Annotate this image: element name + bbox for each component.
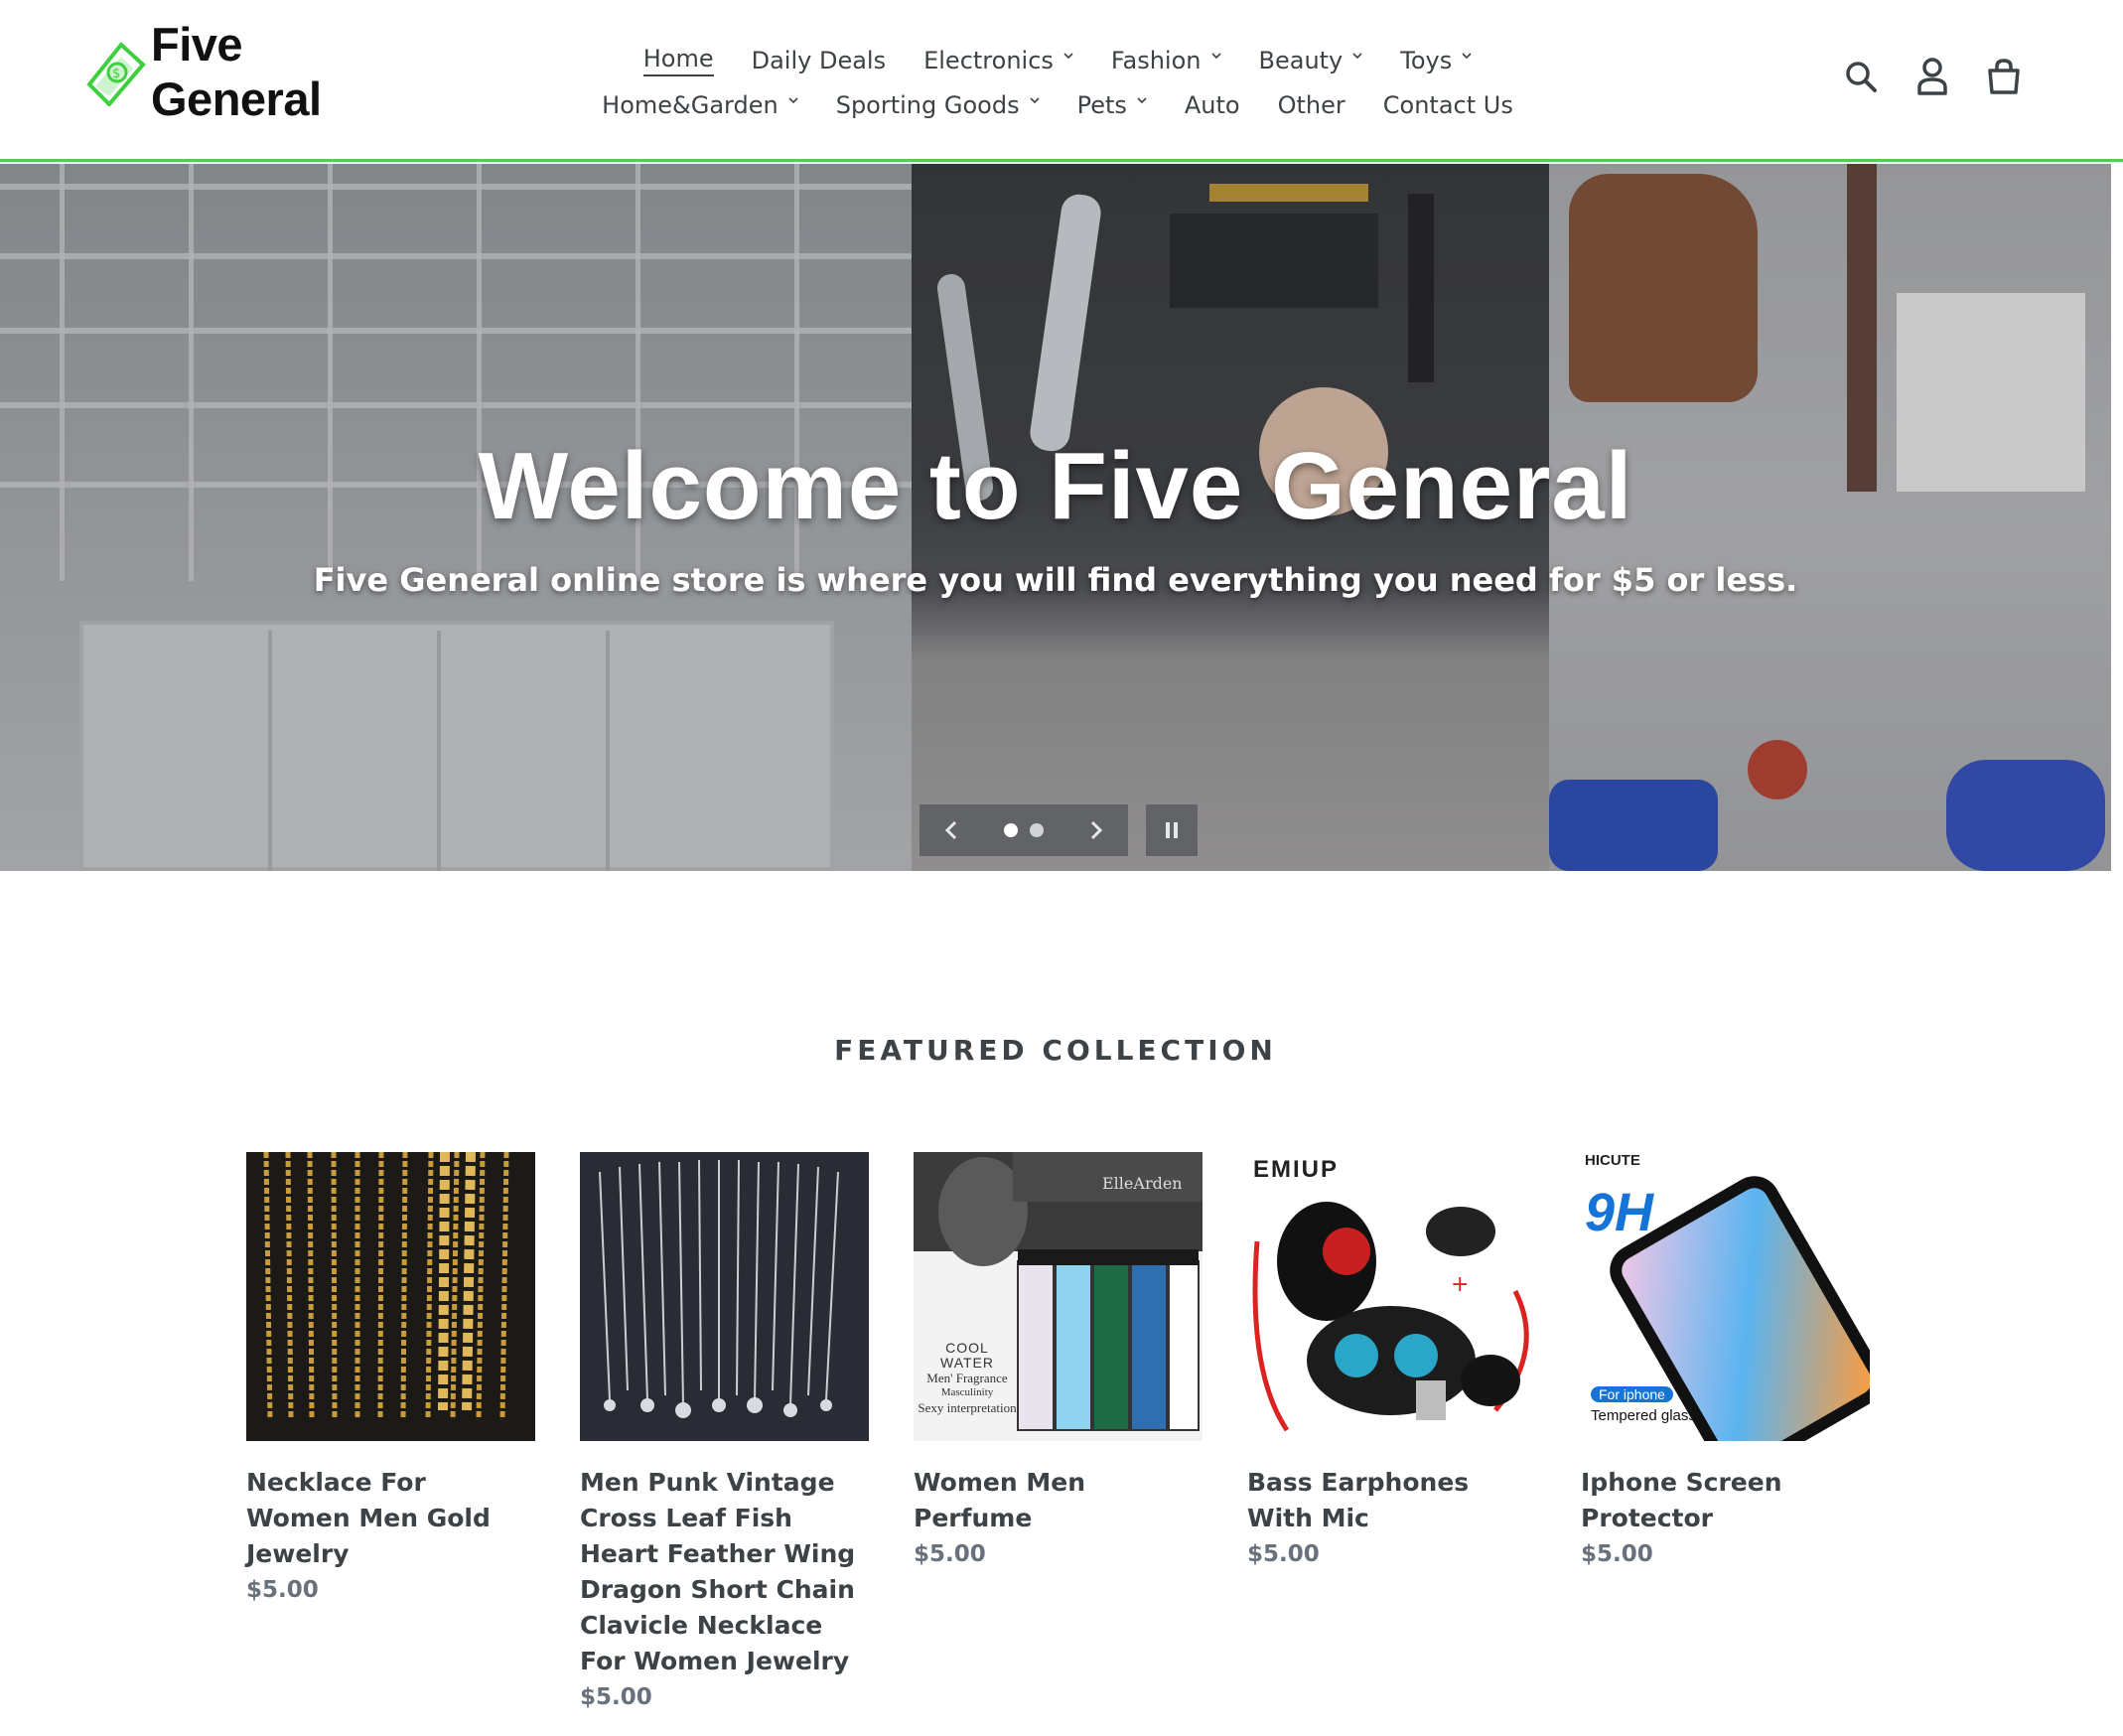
nav-item-label: Electronics <box>923 46 1054 74</box>
chevron-down-icon <box>1063 52 1073 63</box>
previous-slide-button[interactable] <box>941 818 961 842</box>
nav-item-pets[interactable]: Pets <box>1059 91 1166 119</box>
svg-text:+: + <box>1451 1272 1469 1297</box>
hero-title: Welcome to Five General <box>478 433 1633 539</box>
nav-item-label: Beauty <box>1258 46 1344 74</box>
chevron-down-icon <box>788 96 798 107</box>
account-icon[interactable] <box>1912 56 1952 97</box>
slideshow-controls <box>920 804 1128 856</box>
protector-pill: For iphone <box>1591 1386 1673 1402</box>
money-logo-icon: $ <box>81 37 147 107</box>
nav-item-label: Home <box>642 45 714 76</box>
nav-item-label: Home&Garden <box>602 90 778 119</box>
chevron-down-icon <box>1030 96 1040 107</box>
pause-icon <box>1166 822 1178 838</box>
hero-slideshow: Welcome to Five General Five General onl… <box>0 164 2111 871</box>
product-title[interactable]: Bass Earphones With Mic <box>1247 1465 1536 1536</box>
protector-9h-badge: 9H <box>1585 1183 1654 1242</box>
nav-item-label: Toys <box>1400 46 1453 74</box>
nav-item-label: Pets <box>1076 90 1127 119</box>
product-card[interactable]: HICUTE 9H For iphone Tempered glass Ipho… <box>1581 1152 1870 1715</box>
product-title[interactable]: Necklace For Women Men Gold Jewelry <box>246 1465 535 1572</box>
pause-slideshow-button[interactable] <box>1146 804 1198 856</box>
chevron-down-icon <box>1210 52 1221 63</box>
product-card[interactable]: EMIUP + Bass Earphones With Mic $5.00 <box>1247 1152 1536 1715</box>
nav-item-home[interactable]: Home <box>625 45 733 76</box>
header-icons <box>1841 56 2024 97</box>
product-image-silver-pendants[interactable] <box>580 1152 869 1441</box>
protector-brand-text: HICUTE <box>1585 1152 1640 1169</box>
perfume-caption: COOL WATER Men' Fragrance Masculinity Se… <box>918 1340 1017 1416</box>
nav-item-label: Fashion <box>1110 46 1202 74</box>
main-nav: Home Daily Deals Electronics Fashion Beauty T… <box>556 38 1559 127</box>
nav-item-label: Daily Deals <box>751 46 887 74</box>
chevron-down-icon <box>1352 52 1362 63</box>
cart-icon[interactable] <box>1984 56 2024 97</box>
nav-item-toys[interactable]: Toys <box>1381 47 1490 74</box>
nav-row-secondary: Home&Garden Sporting Goods Pets Auto Other Co… <box>556 82 1559 127</box>
featured-collection-heading: FEATURED COLLECTION <box>834 1034 1277 1067</box>
chevron-down-icon <box>1462 52 1472 63</box>
next-slide-button[interactable] <box>1086 818 1106 842</box>
logo-text: Five General <box>151 18 322 125</box>
product-price: $5.00 <box>1581 1541 1653 1567</box>
nav-item-label: Sporting Goods <box>835 90 1020 119</box>
chevron-left-icon <box>945 820 957 840</box>
product-image-perfume-vials[interactable]: ElleArden COOL WATER Men' Fragrance Masc… <box>914 1152 1203 1441</box>
product-price: $5.00 <box>246 1577 319 1603</box>
product-title[interactable]: Men Punk Vintage Cross Leaf Fish Heart F… <box>580 1465 869 1679</box>
protector-caption: Tempered glass <box>1591 1407 1696 1424</box>
product-price: $5.00 <box>1247 1541 1320 1567</box>
nav-item-fashion[interactable]: Fashion <box>1092 47 1240 74</box>
product-grid: Necklace For Women Men Gold Jewelry $5.0… <box>246 1152 1870 1715</box>
product-title[interactable]: Iphone Screen Protector <box>1581 1465 1870 1536</box>
nav-item-sporting-goods[interactable]: Sporting Goods <box>817 91 1059 119</box>
product-card[interactable]: Men Punk Vintage Cross Leaf Fish Heart F… <box>580 1152 869 1715</box>
hero-subtitle: Five General online store is where you w… <box>313 561 1798 599</box>
earphone-brand-text: EMIUP <box>1253 1156 1340 1183</box>
slide-dots <box>1004 823 1044 837</box>
logo[interactable]: $ Five General <box>81 18 409 125</box>
site-header: $ Five General Home Daily Deals Electronic… <box>0 0 2123 162</box>
perfume-brand-text: ElleArden <box>1102 1174 1183 1193</box>
product-image-gold-chains[interactable] <box>246 1152 535 1441</box>
product-title[interactable]: Women Men Perfume <box>914 1465 1203 1536</box>
search-icon[interactable] <box>1841 56 1881 97</box>
slide-dot-1[interactable] <box>1004 823 1018 837</box>
nav-item-auto[interactable]: Auto <box>1166 91 1259 119</box>
chevron-down-icon <box>1137 96 1147 107</box>
product-image-earphones[interactable]: EMIUP + <box>1247 1152 1536 1441</box>
slide-dot-2[interactable] <box>1030 823 1044 837</box>
nav-item-label: Other <box>1277 90 1345 119</box>
product-card[interactable]: Necklace For Women Men Gold Jewelry $5.0… <box>246 1152 535 1715</box>
nav-item-electronics[interactable]: Electronics <box>905 47 1092 74</box>
product-price: $5.00 <box>580 1684 652 1710</box>
nav-item-daily-deals[interactable]: Daily Deals <box>733 47 905 74</box>
nav-row-primary: Home Daily Deals Electronics Fashion Beauty T… <box>556 38 1559 82</box>
svg-text:$: $ <box>112 67 120 81</box>
nav-item-other[interactable]: Other <box>1259 91 1364 119</box>
product-card[interactable]: ElleArden COOL WATER Men' Fragrance Masc… <box>914 1152 1203 1715</box>
nav-item-label: Contact Us <box>1382 90 1513 119</box>
product-image-screen-protector[interactable]: HICUTE 9H For iphone Tempered glass <box>1581 1152 1870 1441</box>
product-price: $5.00 <box>914 1541 986 1567</box>
nav-item-contact-us[interactable]: Contact Us <box>1364 91 1532 119</box>
nav-item-label: Auto <box>1184 90 1240 119</box>
nav-item-home-garden[interactable]: Home&Garden <box>583 91 817 119</box>
chevron-right-icon <box>1090 820 1102 840</box>
nav-item-beauty[interactable]: Beauty <box>1240 47 1382 74</box>
